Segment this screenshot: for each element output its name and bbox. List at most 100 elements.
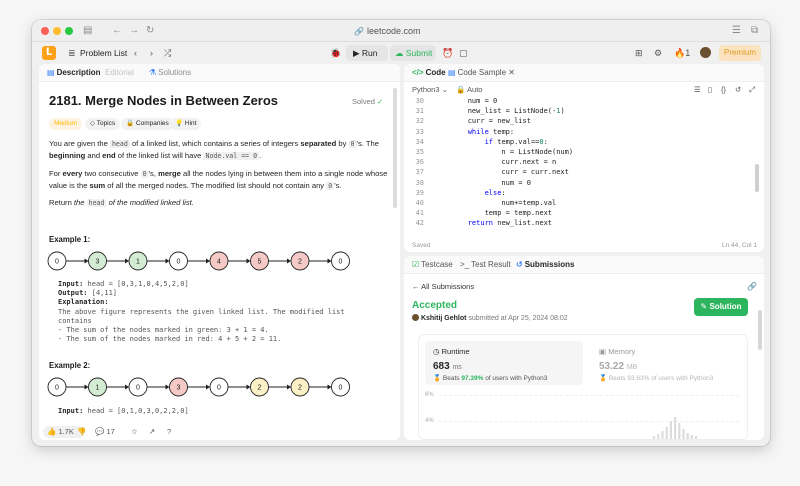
memory-value: 53.22 MB [599, 361, 638, 372]
fullscreen-icon[interactable]: ⤢ [749, 85, 755, 95]
beats-icon: 🏅 [599, 375, 608, 382]
companies-tag[interactable]: 🔒 Companies [121, 118, 174, 130]
topics-tag[interactable]: ◇ Topics [85, 118, 121, 130]
favorite-button[interactable]: ☆ [131, 427, 138, 437]
code-line[interactable]: num = 0 [434, 178, 531, 188]
distribution-bar[interactable] [686, 433, 689, 439]
code-line[interactable]: n = ListNode(num) [434, 147, 573, 157]
distribution-bar[interactable] [653, 436, 656, 439]
list-node-value: 0 [217, 385, 221, 392]
help-button[interactable]: ? [167, 427, 171, 437]
tab-description[interactable]: ▤ Description [47, 68, 101, 78]
next-problem-icon[interactable]: › [150, 47, 153, 59]
code-line[interactable]: curr.next = n [434, 157, 556, 167]
distribution-bar[interactable] [674, 417, 677, 439]
memory-icon: ▣ [599, 347, 607, 356]
language-select[interactable]: Python3 ⌄ [412, 85, 448, 95]
tab-testcase[interactable]: ☑ Testcase [412, 260, 453, 270]
streak-counter[interactable]: 🔥1 [674, 47, 690, 59]
difficulty-badge[interactable]: Medium [49, 118, 83, 130]
tab-solutions[interactable]: ⚗ Solutions [149, 68, 191, 78]
auto-mode-toggle[interactable]: 🔒 Auto [456, 85, 482, 95]
code-line[interactable]: while temp: [434, 127, 514, 137]
tabs-overview-icon[interactable]: ⧉ [751, 24, 758, 38]
code-line[interactable]: curr = new_list [434, 116, 531, 126]
tab-submissions[interactable]: ↺ Submissions [516, 260, 575, 270]
distribution-bar[interactable] [678, 423, 681, 439]
code-line[interactable]: else: [434, 188, 506, 198]
distribution-bar[interactable] [661, 431, 664, 439]
share-button[interactable]: ↗ [149, 427, 155, 437]
distribution-bar[interactable] [682, 429, 685, 439]
line-number: 38 [415, 178, 424, 187]
screen-background: ▤ ← → ↻ 🔗 leetcode.com ☰ ⧉ ᒪ ≣ Problem Li… [0, 0, 800, 486]
browser-toolbar: ▤ ← → ↻ 🔗 leetcode.com ☰ ⧉ [32, 20, 770, 42]
document-icon: ▤ [47, 68, 55, 77]
code-line[interactable]: new_list = ListNode(-1) [434, 106, 565, 116]
minimize-window-button[interactable] [53, 27, 61, 35]
list-node-value: 2 [298, 259, 302, 266]
shuffle-icon[interactable]: ⤮ [164, 47, 171, 59]
dislike-button[interactable]: 👎 [77, 427, 86, 437]
code-line[interactable]: if temp.val==0: [434, 137, 548, 147]
distribution-bar[interactable] [669, 421, 672, 439]
address-bar[interactable]: 🔗 leetcode.com [354, 25, 421, 38]
submit-button[interactable]: ☁ Submit [390, 45, 436, 61]
bookmark-icon[interactable]: ▯ [708, 85, 712, 95]
line-number: 33 [415, 127, 424, 136]
help-icon: ? [167, 427, 172, 436]
comments-button[interactable]: 💬 17 [95, 427, 115, 437]
leetcode-logo[interactable]: ᒪ [42, 46, 56, 60]
reset-icon[interactable]: ↺ [735, 85, 741, 95]
description-scrollbar[interactable] [393, 88, 397, 208]
code-line[interactable]: num+=temp.val [434, 198, 556, 208]
distribution-bar[interactable] [665, 427, 668, 439]
close-tab-icon[interactable]: ✕ [508, 68, 515, 77]
tab-test-result[interactable]: >_ Test Result [460, 260, 511, 270]
all-submissions-link[interactable]: ← All Submissions [412, 282, 474, 292]
memory-section[interactable]: ▣ Memory 53.22 MB 🏅 Beats 93.63% of user… [593, 341, 743, 385]
timer-icon[interactable]: ⏰ [442, 47, 453, 59]
close-window-button[interactable] [41, 27, 49, 35]
premium-button[interactable]: Premium [719, 45, 761, 61]
settings-icon[interactable]: ⚙ [654, 47, 662, 59]
debug-icon[interactable]: 🐞 [330, 47, 341, 59]
problem-list-link[interactable]: Problem List [80, 47, 127, 59]
distribution-bar[interactable] [695, 436, 698, 439]
back-icon[interactable]: ← [112, 24, 122, 38]
run-button[interactable]: ▶ Run [346, 45, 388, 61]
hint-tag[interactable]: 💡 Hint [170, 118, 202, 130]
user-avatar[interactable] [700, 47, 711, 58]
prev-problem-icon[interactable]: ‹ [134, 47, 137, 59]
description-paragraph-2: For every two consecutive 0's, merge all… [49, 169, 388, 190]
runtime-section[interactable]: ◷ Runtime 683 ms 🏅 Beats 97.39% of users… [425, 341, 583, 385]
braces-icon[interactable]: {} [721, 85, 726, 95]
runtime-distribution-chart[interactable] [649, 413, 709, 439]
list-node-value: 0 [136, 385, 140, 392]
notes-icon[interactable]: ▢ [459, 47, 468, 59]
runtime-beats: 🏅 Beats 97.39% of users with Python3 [433, 375, 548, 382]
reader-icon[interactable]: ☰ [732, 24, 741, 38]
tab-code-sample[interactable]: ▤ Code Sample ✕ [448, 68, 515, 78]
maximize-window-button[interactable] [65, 27, 73, 35]
editor-scrollbar[interactable] [755, 164, 759, 192]
code-line[interactable]: num = 0 [434, 96, 498, 106]
leetcode-navbar: ᒪ ≣ Problem List ‹ › ⤮ 🐞 ▶ Run ☁ Submit … [32, 42, 770, 64]
sidebar-icon[interactable]: ▤ [83, 24, 92, 38]
forward-icon[interactable]: → [129, 24, 139, 38]
list-node-value: 2 [258, 385, 262, 392]
distribution-bar[interactable] [690, 435, 693, 439]
submissions-scrollbar[interactable] [758, 310, 762, 350]
solution-button[interactable]: ✎ Solution [694, 298, 748, 316]
link-icon[interactable]: 🔗 [747, 282, 757, 292]
code-line[interactable]: curr = curr.next [434, 167, 568, 177]
format-icon[interactable]: ☰ [694, 85, 701, 95]
code-line[interactable]: temp = temp.next [434, 208, 552, 218]
layout-icon[interactable]: ⊞ [635, 47, 643, 59]
distribution-bar[interactable] [657, 434, 660, 439]
tab-code[interactable]: </> Code [412, 68, 446, 78]
tab-editorial[interactable]: Editorial [105, 68, 134, 78]
like-button[interactable]: 👍 1.7K [47, 427, 74, 437]
reload-icon[interactable]: ↻ [146, 24, 154, 38]
code-line[interactable]: return new_list.next [434, 218, 552, 228]
